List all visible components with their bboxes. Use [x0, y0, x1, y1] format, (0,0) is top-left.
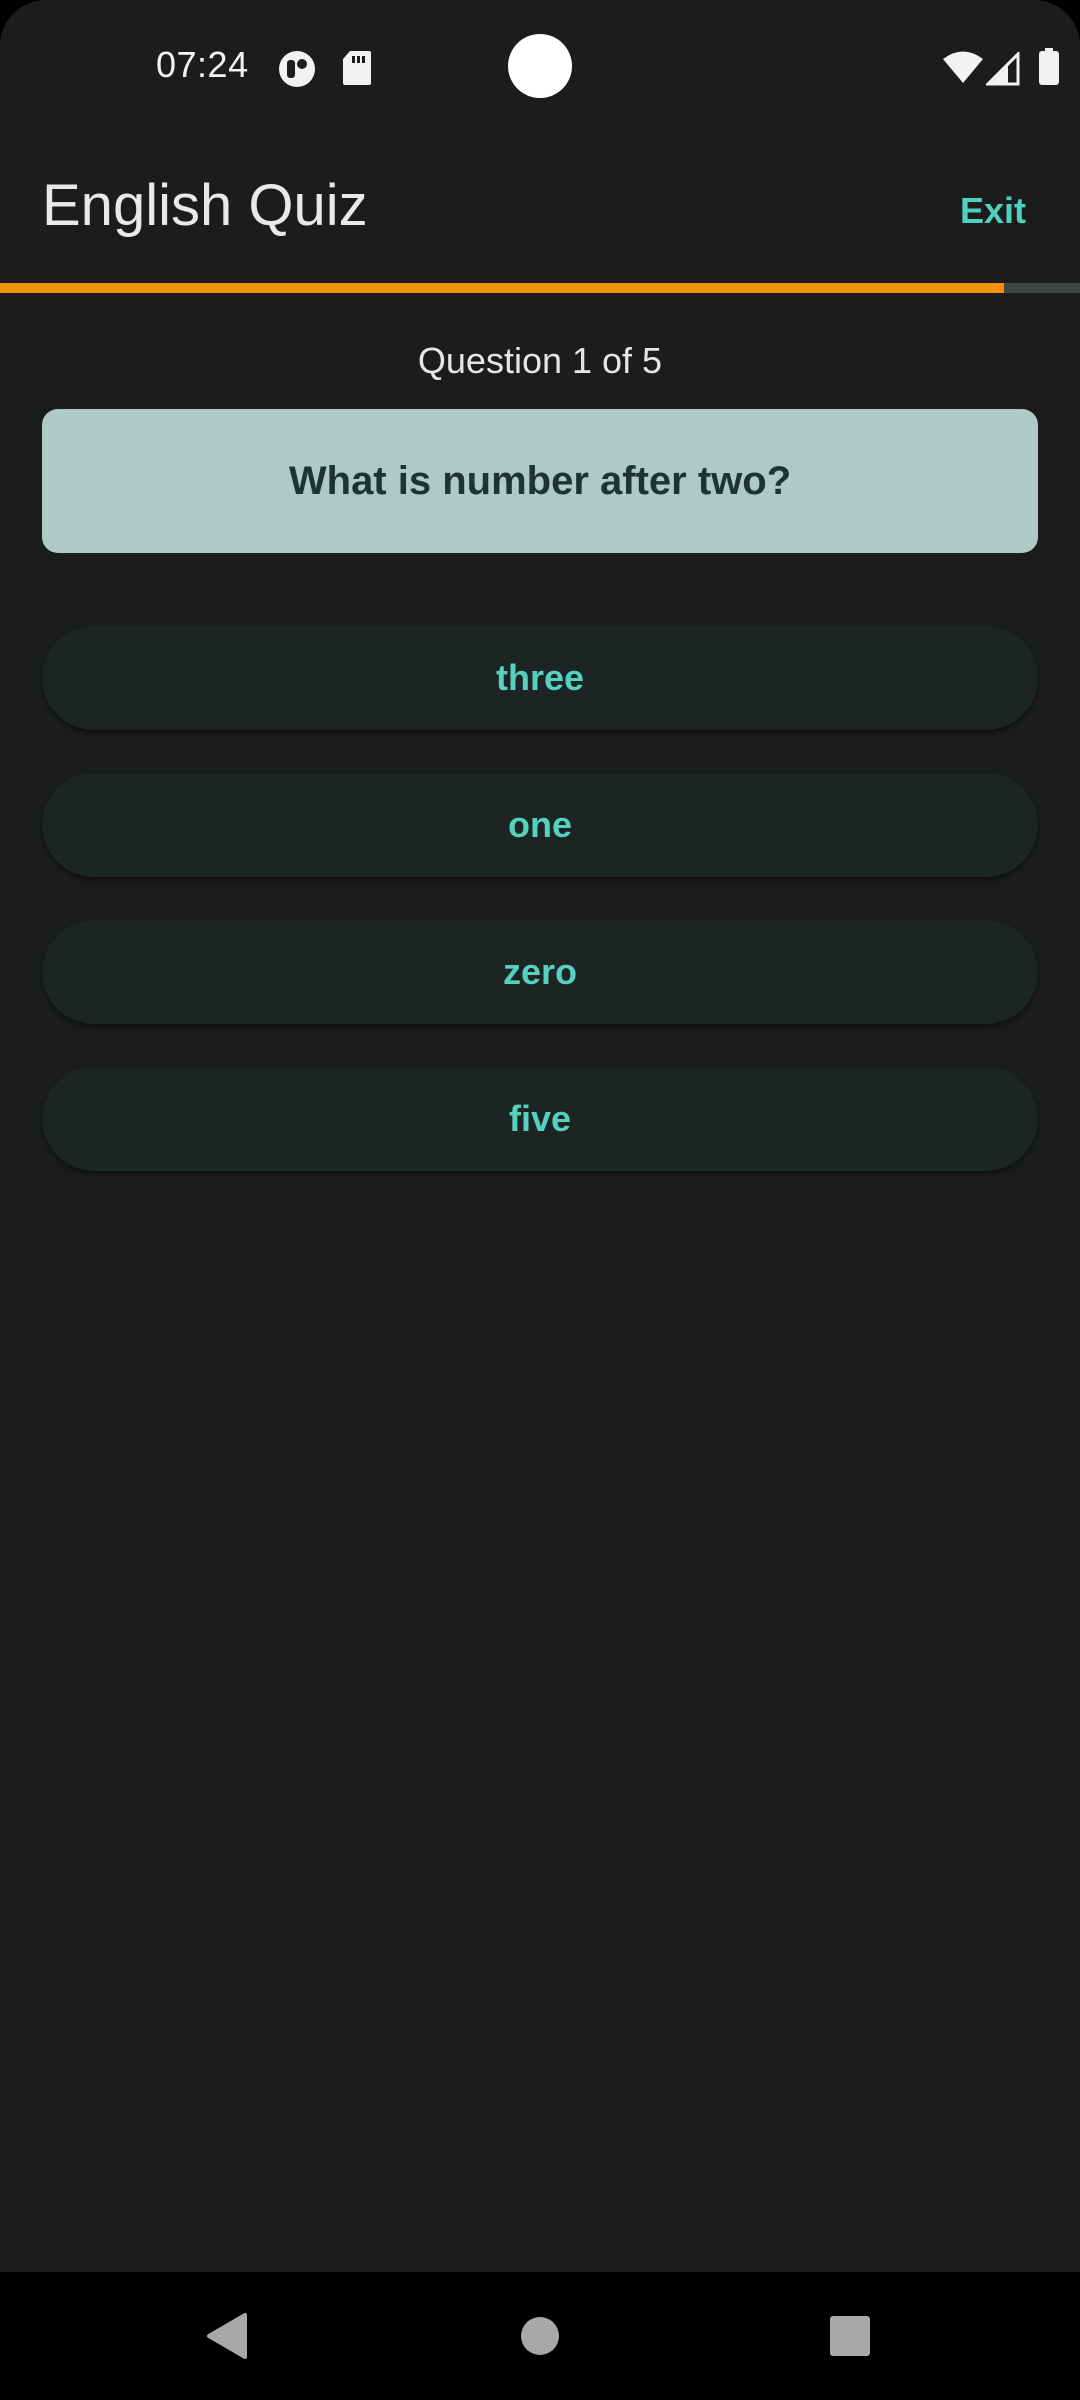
question-text: What is number after two?	[288, 458, 792, 503]
answer-button[interactable]: three	[42, 626, 1038, 730]
answer-label: five	[508, 1098, 572, 1139]
camera-cutout	[508, 34, 572, 98]
battery-icon	[1038, 48, 1060, 85]
back-icon[interactable]	[190, 2300, 262, 2372]
quiz-progress-bar	[0, 283, 1080, 293]
status-bar: 07:24	[0, 0, 1080, 134]
answer-list: three one zero five	[42, 626, 1038, 1214]
record-icon	[278, 50, 316, 87]
home-icon[interactable]	[504, 2300, 576, 2372]
answer-label: three	[495, 657, 585, 698]
exit-button[interactable]: Exit	[956, 186, 1030, 236]
status-time: 07:24	[156, 44, 249, 85]
answer-button[interactable]: one	[42, 773, 1038, 877]
answer-button[interactable]: five	[42, 1067, 1038, 1171]
answer-label: one	[507, 804, 572, 845]
navigation-bar	[0, 2272, 1080, 2400]
screen: 07:24 English Quiz Exit Question 1 of 5 …	[0, 0, 1080, 2400]
recents-icon[interactable]	[814, 2300, 886, 2372]
question-card: What is number after two?	[42, 409, 1038, 553]
wifi-icon	[942, 50, 984, 86]
sd-card-icon	[342, 50, 372, 86]
question-counter: Question 1 of 5	[417, 340, 663, 381]
answer-button[interactable]: zero	[42, 920, 1038, 1024]
answer-label: zero	[502, 951, 578, 992]
cellular-signal-icon	[984, 50, 1020, 88]
quiz-progress-fill	[0, 283, 1005, 293]
page-title: English Quiz	[42, 173, 368, 238]
